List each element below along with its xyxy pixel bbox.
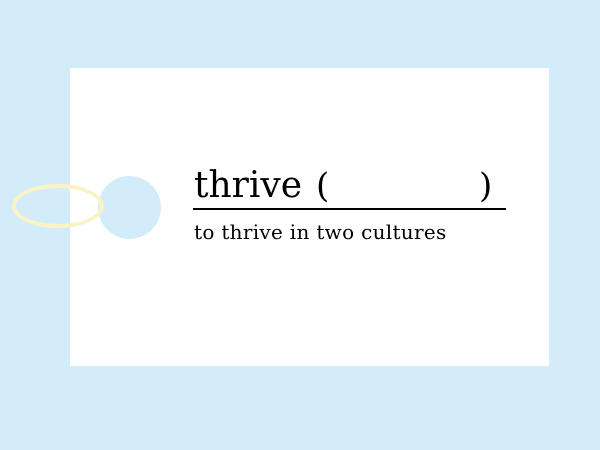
vocabulary-word: thrive — [194, 165, 303, 206]
example-phrase: to thrive in two cultures — [194, 220, 447, 244]
close-parenthesis: ) — [479, 166, 493, 206]
tag-string-loop — [12, 184, 104, 228]
tag-hole — [98, 176, 161, 239]
open-parenthesis: ( — [316, 166, 330, 206]
